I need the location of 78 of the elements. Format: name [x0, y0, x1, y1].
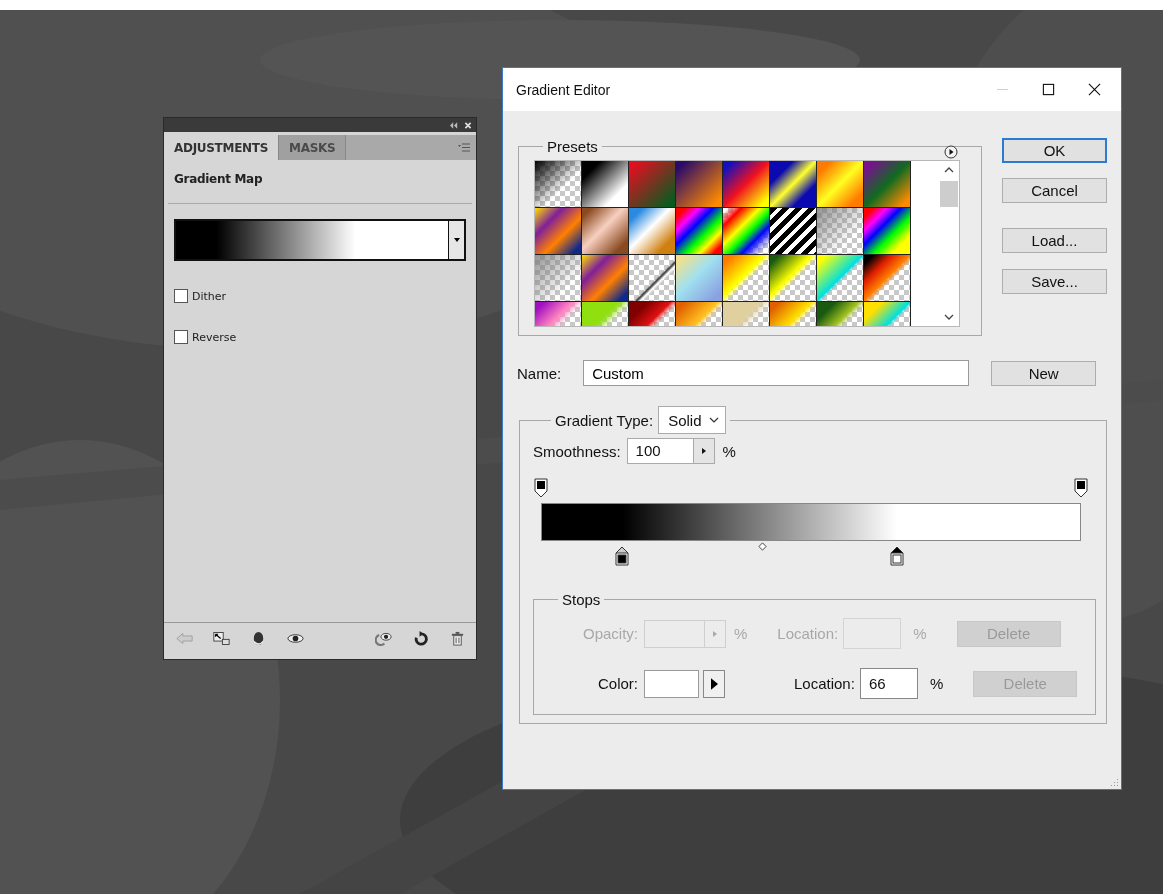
gradient-swatch[interactable]	[770, 255, 816, 301]
panel-tab[interactable]: ADJUSTMENTS	[164, 135, 279, 160]
slider-popup-button[interactable]	[692, 438, 715, 464]
caret-icon	[453, 238, 460, 242]
triangle-icon	[710, 677, 718, 690]
gradient-swatch[interactable]	[535, 161, 581, 207]
triangle-icon	[713, 630, 717, 637]
location-field[interactable]	[843, 618, 902, 649]
scroll-thumb[interactable]	[940, 181, 958, 207]
slider-popup-button[interactable]	[704, 619, 726, 648]
new-button[interactable]: New	[991, 360, 1097, 386]
field-label: Smoothness:	[533, 442, 621, 460]
unit-label: %	[722, 442, 736, 460]
gradient-swatch[interactable]	[864, 161, 910, 207]
group-label: Stops	[561, 591, 602, 608]
chevron-icon	[709, 417, 720, 423]
checkbox[interactable]	[174, 330, 188, 344]
dialog-button[interactable]: Save...	[1002, 269, 1107, 294]
flyout-menu-icon[interactable]	[944, 145, 958, 159]
gradient-swatch[interactable]	[676, 208, 722, 254]
gradient-swatch[interactable]	[535, 255, 581, 301]
gradient-swatch[interactable]	[676, 255, 722, 301]
window-title: Gradient Editor	[516, 81, 612, 98]
color-swatch[interactable]	[644, 669, 699, 698]
color-menu-button[interactable]	[703, 669, 725, 698]
gradient-swatch[interactable]	[864, 208, 910, 254]
opacity-field[interactable]	[644, 619, 704, 648]
reset-icon[interactable]	[412, 630, 429, 646]
field-label: Location:	[794, 675, 855, 692]
gradient-swatch[interactable]	[770, 161, 816, 207]
gradient-swatch[interactable]	[723, 255, 769, 301]
maximize-icon[interactable]	[1042, 83, 1055, 96]
clip-layer-icon[interactable]	[213, 630, 230, 646]
group-label: Presets	[546, 138, 599, 155]
location-field[interactable]: 66	[859, 668, 918, 699]
gradient-bar[interactable]	[541, 503, 1081, 541]
trash-icon[interactable]	[449, 630, 466, 646]
unit-label: %	[913, 625, 927, 642]
collapse-icon[interactable]	[450, 121, 458, 129]
field-label: Opacity:	[581, 625, 638, 642]
dialog-button[interactable]: OK	[1002, 138, 1107, 163]
unit-label: %	[929, 675, 944, 692]
gradient-swatch[interactable]	[817, 161, 863, 207]
checkbox[interactable]	[174, 289, 188, 303]
triangle-icon	[701, 448, 706, 454]
close-icon[interactable]	[1088, 83, 1101, 96]
menu-icon[interactable]	[458, 143, 470, 152]
gradient-swatch[interactable]	[723, 208, 769, 254]
gradient-swatch[interactable]	[817, 255, 863, 301]
gradient-swatch[interactable]	[817, 208, 863, 254]
gradient-swatch[interactable]	[676, 161, 722, 207]
field-label: Location:	[777, 625, 839, 642]
resize-grip-icon[interactable]	[1109, 777, 1119, 787]
scroll-up-icon[interactable]	[944, 167, 954, 173]
gradient-swatch[interactable]	[582, 255, 628, 301]
dialog-button[interactable]: Cancel	[1002, 178, 1107, 203]
gradient-type-select[interactable]: Solid	[658, 406, 727, 434]
unit-label: %	[734, 625, 748, 642]
gradient-swatch[interactable]	[770, 208, 816, 254]
gradient-swatch[interactable]	[629, 161, 675, 207]
gradient-swatch[interactable]	[723, 161, 769, 207]
gradient-swatch[interactable]	[535, 208, 581, 254]
dialog-button[interactable]: Load...	[1002, 228, 1107, 253]
checkbox-label: Reverse	[192, 330, 237, 344]
name-field[interactable]: Custom	[583, 360, 970, 386]
smoothness-field[interactable]: 100	[626, 438, 693, 464]
gradient-swatch[interactable]	[629, 255, 675, 301]
scroll-down-icon[interactable]	[944, 314, 954, 320]
field-label: Gradient Type:	[555, 411, 654, 429]
field-label: Name:	[517, 364, 562, 382]
gradient-swatch[interactable]	[864, 255, 910, 301]
gradient-swatch[interactable]	[629, 208, 675, 254]
gradient-picker[interactable]	[174, 219, 466, 261]
gradient-swatch[interactable]	[582, 161, 628, 207]
panel-title: Gradient Map	[173, 171, 264, 186]
field-label: Color:	[597, 675, 638, 692]
gradient-swatch[interactable]	[582, 208, 628, 254]
checkbox-label: Dither	[192, 289, 227, 303]
